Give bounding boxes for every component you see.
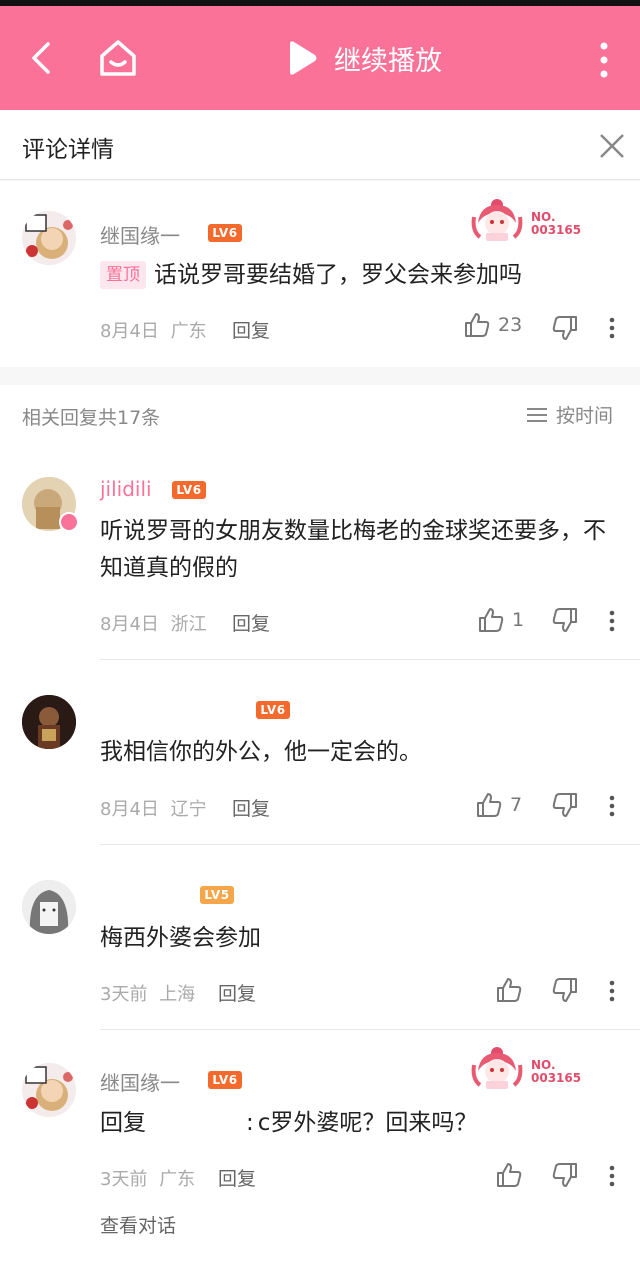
thumbs-up-icon xyxy=(479,608,504,632)
thumbs-up-icon xyxy=(497,1163,522,1187)
reply-button[interactable]: 回复 xyxy=(232,316,270,343)
username[interactable]: 继国缘一 xyxy=(100,220,180,249)
reply-button[interactable]: 回复 xyxy=(232,609,270,636)
thumbs-up-icon xyxy=(477,793,502,817)
level-badge: LV6 xyxy=(208,1071,242,1089)
like-count: 1 xyxy=(512,609,525,631)
close-icon[interactable] xyxy=(598,132,626,164)
continue-play-button[interactable]: 继续播放 xyxy=(286,36,442,80)
avatar[interactable] xyxy=(22,695,76,749)
more-options-icon[interactable] xyxy=(609,980,615,1006)
like-count: 23 xyxy=(498,314,523,336)
dislike-button[interactable] xyxy=(552,977,578,1007)
reply-button[interactable]: 回复 xyxy=(218,1164,256,1191)
more-options-icon[interactable] xyxy=(609,610,615,636)
like-button[interactable]: 1 xyxy=(478,607,524,633)
level-badge: LV6 xyxy=(208,224,242,242)
avatar[interactable] xyxy=(22,211,76,265)
thumbs-down-icon xyxy=(552,793,577,817)
root-comment: 继国缘一 LV6 NO. 003165 置顶 话说罗哥要结婚了，罗父会来参加吗 8… xyxy=(0,181,640,367)
fan-badge-character-icon xyxy=(470,189,524,249)
reply-meta: 8月4日 辽宁 xyxy=(100,795,207,821)
fan-no-number: 003165 xyxy=(531,223,582,237)
comment-detail-header: 评论详情 xyxy=(0,110,640,180)
thumbs-up-icon xyxy=(465,313,490,337)
like-button[interactable] xyxy=(496,977,530,1003)
fan-badge-character-icon xyxy=(470,1037,524,1097)
more-options-icon[interactable] xyxy=(609,1165,615,1191)
reply-meta: 3天前 广东 xyxy=(100,1165,195,1191)
reply-meta: 3天前 上海 xyxy=(100,980,195,1006)
thumbs-up-icon xyxy=(497,978,522,1002)
redacted-username xyxy=(96,875,196,911)
level-badge: LV6 xyxy=(256,701,290,719)
comment-text: 话说罗哥要结婚了，罗父会来参加吗 xyxy=(154,262,522,288)
sort-icon xyxy=(527,407,547,422)
username[interactable]: jilidili xyxy=(100,477,152,501)
sort-label: 按时间 xyxy=(556,405,614,427)
back-icon[interactable] xyxy=(24,34,60,82)
redacted-username xyxy=(96,689,240,727)
fan-no-label: NO. xyxy=(531,1058,556,1072)
comment-content: 置顶 话说罗哥要结婚了，罗父会来参加吗 xyxy=(100,257,620,294)
reply-location: 浙江 xyxy=(170,614,207,635)
reply-content: 回复: c罗外婆呢？回来吗？ xyxy=(100,1110,478,1136)
top-bar: 继续播放 xyxy=(0,0,640,110)
home-icon[interactable] xyxy=(96,36,140,80)
dislike-button[interactable] xyxy=(552,1162,578,1192)
level-badge: LV5 xyxy=(200,886,234,904)
continue-play-label: 继续播放 xyxy=(334,45,442,77)
more-options-icon[interactable] xyxy=(609,795,615,821)
more-vertical-icon[interactable] xyxy=(594,40,614,80)
reply-meta: 8月4日 浙江 xyxy=(100,610,207,636)
reply-button[interactable]: 回复 xyxy=(232,794,270,821)
reply-text: c罗外婆呢？回来吗？ xyxy=(257,1110,478,1136)
divider xyxy=(100,844,640,845)
divider xyxy=(100,659,640,660)
reply-date: 8月4日 xyxy=(100,614,159,635)
comment-date: 8月4日 xyxy=(100,321,159,342)
thumbs-down-icon xyxy=(552,608,577,632)
dislike-button[interactable] xyxy=(552,792,578,822)
dislike-button[interactable] xyxy=(552,607,578,637)
reply-location: 广东 xyxy=(159,1169,196,1190)
username[interactable]: 继国缘一 xyxy=(100,1067,180,1096)
reply-date: 3天前 xyxy=(100,1169,148,1190)
reply-location: 上海 xyxy=(159,984,196,1005)
page-title: 评论详情 xyxy=(22,137,114,163)
divider xyxy=(100,1029,640,1030)
like-button[interactable] xyxy=(496,1162,530,1188)
replies-section: 相关回复共17条 按时间 jilidili LV6 听说罗哥的女朋友数量比梅老的… xyxy=(0,385,640,1285)
level-badge: LV6 xyxy=(172,481,206,499)
sort-button[interactable]: 按时间 xyxy=(526,401,613,428)
reply-date: 3天前 xyxy=(100,984,148,1005)
like-button[interactable]: 7 xyxy=(476,792,522,818)
reply-date: 8月4日 xyxy=(100,799,159,820)
more-options-icon[interactable] xyxy=(609,317,615,343)
comment-location: 广东 xyxy=(170,321,207,342)
pinned-badge: 置顶 xyxy=(100,261,146,289)
thumbs-down-icon xyxy=(552,1163,577,1187)
play-icon xyxy=(290,41,317,75)
reply-content: 梅西外婆会参加 xyxy=(100,925,261,951)
reply-content: 我相信你的外公，他一定会的。 xyxy=(100,739,422,765)
vip-badge-icon xyxy=(59,512,79,532)
avatar[interactable] xyxy=(22,880,76,934)
comment-meta: 8月4日 广东 xyxy=(100,317,207,343)
view-conversation-link[interactable]: 查看对话 xyxy=(100,1211,176,1238)
dislike-button[interactable] xyxy=(552,315,578,345)
like-count: 7 xyxy=(510,794,523,816)
reply-count: 相关回复共17条 xyxy=(22,407,161,429)
fan-no-label: NO. xyxy=(531,210,556,224)
fan-no-number: 003165 xyxy=(531,1071,582,1085)
thumbs-down-icon xyxy=(552,316,577,340)
avatar[interactable] xyxy=(22,1063,76,1117)
reply-prefix: 回复 xyxy=(100,1110,146,1136)
thumbs-down-icon xyxy=(552,978,577,1002)
reply-location: 辽宁 xyxy=(170,799,207,820)
like-button[interactable]: 23 xyxy=(464,312,522,338)
reply-content: 听说罗哥的女朋友数量比梅老的金球奖还要多，不知道真的假的 xyxy=(100,518,606,581)
reply-button[interactable]: 回复 xyxy=(218,979,256,1006)
